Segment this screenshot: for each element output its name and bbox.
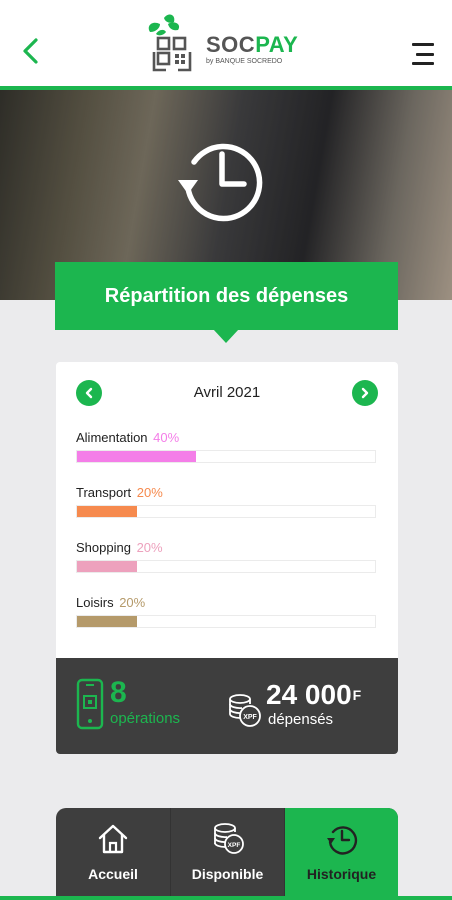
stats-summary: 8 opérations XPF 24 000F dépensés: [56, 658, 398, 754]
tab-label: Accueil: [88, 866, 138, 882]
footer-divider: [0, 896, 452, 900]
qr-leaf-logo-icon: [148, 14, 192, 72]
tab-historique[interactable]: Historique: [284, 808, 398, 900]
history-clock-icon: [178, 143, 263, 222]
svg-text:XPF: XPF: [243, 714, 257, 721]
tab-label: Disponible: [191, 866, 264, 882]
chevron-right-icon: [361, 387, 369, 399]
tab-disponible[interactable]: XPF Disponible: [170, 808, 284, 900]
category-alimentation: Alimentation 40%: [76, 430, 376, 463]
category-percent: 20%: [119, 595, 146, 610]
socpay-logo: SOCPAY by BANQUE SOCREDO: [144, 12, 314, 74]
chevron-left-icon: [85, 387, 93, 399]
page-title: Répartition des dépenses: [104, 284, 349, 307]
category-percent: 40%: [153, 430, 180, 445]
xpf-coins-icon: XPF: [229, 694, 261, 727]
category-label: Alimentation: [76, 430, 148, 445]
category-label: Transport: [76, 485, 132, 500]
bottom-navigation: Accueil XPF Disponible Historique: [56, 808, 398, 900]
next-month-button[interactable]: [352, 380, 378, 406]
amount-label: dépensés: [268, 711, 334, 728]
progress-fill: [77, 616, 137, 627]
amount-value: 24 000: [266, 679, 352, 710]
category-transport: Transport 20%: [76, 485, 376, 518]
tab-accueil[interactable]: Accueil: [56, 808, 170, 900]
amount-spent: 24 000F: [266, 680, 361, 710]
xpf-coins-icon: XPF: [213, 823, 244, 854]
brand-accent: PAY: [255, 32, 299, 57]
category-percent: 20%: [136, 485, 163, 500]
operations-count: 8: [110, 676, 127, 709]
category-percent: 20%: [136, 540, 163, 555]
progress-fill: [77, 451, 197, 462]
brand-wordmark: SOCPAY: [206, 32, 298, 58]
month-label: Avril 2021: [193, 384, 261, 401]
brand-main: SOC: [206, 32, 256, 57]
progress-bar: [76, 505, 376, 518]
category-shopping: Shopping 20%: [76, 540, 376, 573]
prev-month-button[interactable]: [76, 380, 102, 406]
expense-breakdown-card: Avril 2021 Alimentation 40% Transport 20…: [56, 362, 398, 658]
chevron-left-icon: [23, 38, 38, 64]
progress-fill: [77, 561, 137, 572]
progress-bar: [76, 450, 376, 463]
progress-fill: [77, 506, 137, 517]
category-loisirs: Loisirs 20%: [76, 595, 376, 628]
progress-bar: [76, 560, 376, 573]
operations-label: opérations: [110, 710, 181, 727]
phone-qr-icon: [76, 678, 104, 730]
menu-button[interactable]: [402, 40, 434, 68]
page-title-banner: Répartition des dépenses: [55, 262, 398, 330]
hamburger-menu-icon: [412, 43, 434, 46]
back-button[interactable]: [14, 34, 48, 68]
app-header: SOCPAY by BANQUE SOCREDO: [0, 0, 452, 86]
progress-bar: [76, 615, 376, 628]
svg-text:XPF: XPF: [227, 842, 240, 849]
title-pointer: [213, 329, 239, 343]
month-selector: Avril 2021: [76, 380, 378, 406]
tab-label: Historique: [306, 866, 377, 882]
history-icon: [326, 826, 357, 855]
brand-subtitle: by BANQUE SOCREDO: [206, 58, 283, 65]
category-label: Loisirs: [76, 595, 114, 610]
category-label: Shopping: [76, 540, 131, 555]
amount-unit: F: [352, 687, 362, 703]
home-icon: [98, 824, 128, 854]
